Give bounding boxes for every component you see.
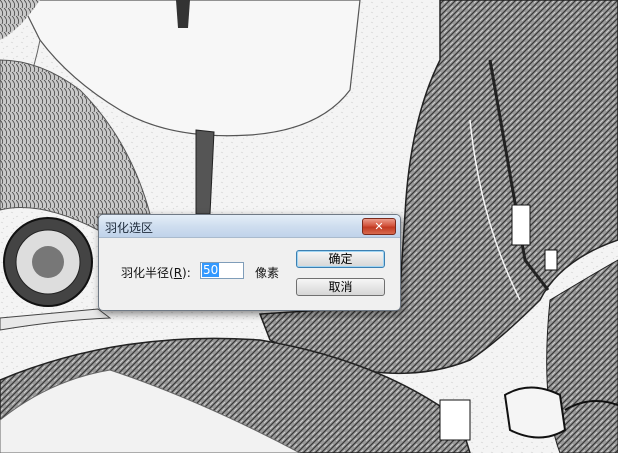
feather-radius-input[interactable]: 50	[200, 262, 244, 279]
feather-selection-dialog: 羽化选区 ✕ 羽化半径(R): 50 像素 确定 取消	[98, 214, 401, 311]
feather-radius-label: 羽化半径(R):	[121, 264, 191, 281]
feather-radius-label-suffix: ):	[182, 266, 191, 280]
dialog-titlebar[interactable]: 羽化选区 ✕	[99, 215, 400, 238]
close-button[interactable]: ✕	[362, 218, 396, 235]
feather-radius-value: 50	[202, 263, 220, 277]
close-icon: ✕	[374, 220, 384, 233]
ok-button[interactable]: 确定	[296, 250, 385, 268]
dialog-title: 羽化选区	[105, 221, 154, 235]
unit-label: 像素	[255, 266, 280, 280]
feather-radius-label-prefix: 羽化半径(	[121, 266, 174, 280]
cancel-button[interactable]: 取消	[296, 278, 385, 296]
feather-radius-accelerator-key: R	[173, 266, 183, 280]
